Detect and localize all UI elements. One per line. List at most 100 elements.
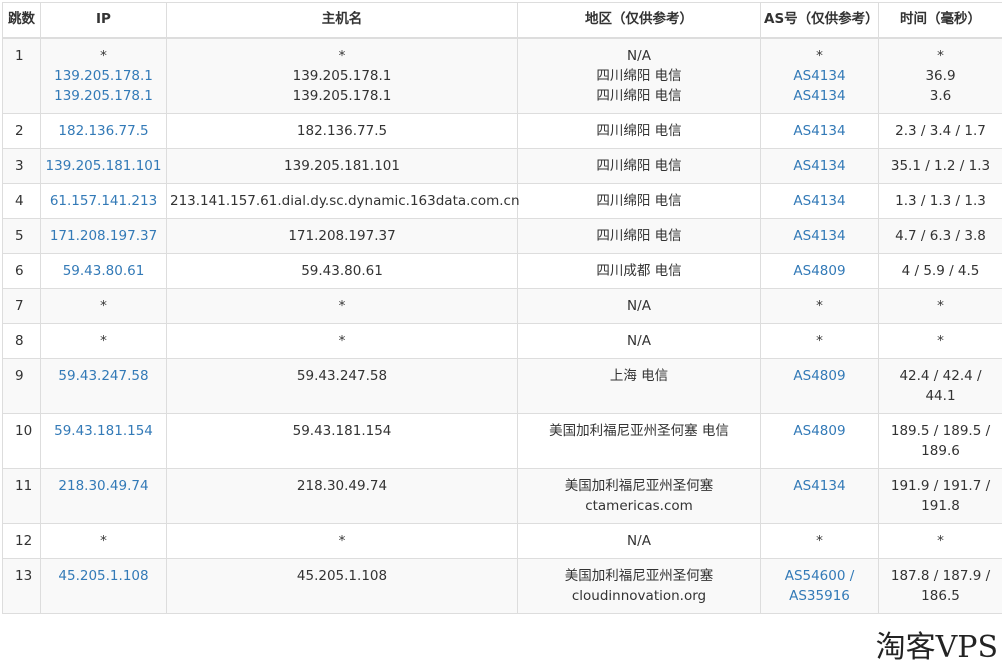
time-cell: 1.3 / 1.3 / 1.3: [878, 183, 1002, 219]
host-value: 59.43.247.58: [296, 368, 388, 384]
ip-value: *: [100, 48, 107, 64]
time-value: 3.6: [929, 88, 952, 104]
time-value: *: [937, 333, 944, 349]
as-link[interactable]: AS4134: [764, 191, 875, 211]
as-link[interactable]: AS4134: [764, 156, 875, 176]
hop-cell: 6: [2, 253, 41, 289]
as-link[interactable]: AS54600 /: [764, 566, 875, 586]
ip-value: *: [100, 333, 107, 349]
region-cell: 四川绵阳 电信: [517, 148, 761, 184]
hostname-cell: 59.43.247.58: [166, 358, 518, 414]
region-value: 四川绵阳 电信: [596, 68, 682, 84]
time-cell: * 36.9 3.6: [878, 37, 1002, 114]
as-link[interactable]: AS4134: [764, 66, 875, 86]
as-link[interactable]: AS4134: [764, 476, 875, 496]
table-row: 3 139.205.181.101 139.205.181.101 四川绵阳 电信 AS…: [2, 148, 1002, 184]
host-value: 139.205.178.1: [292, 88, 392, 104]
time-value: 4 / 5.9 / 4.5: [901, 263, 980, 279]
host-value: *: [338, 333, 346, 349]
region-value: 美国加利福尼亚州圣何塞 电信: [549, 423, 729, 439]
table-header-row: 跳数 IP 主机名 地区（仅供参考） AS号（仅供参考） 时间（毫秒）: [2, 2, 1002, 39]
host-value: 171.208.197.37: [288, 228, 396, 244]
time-cell: 4.7 / 6.3 / 3.8: [878, 218, 1002, 254]
ip-link[interactable]: 59.43.247.58: [44, 366, 163, 386]
as-value: *: [816, 48, 823, 64]
time-value: 187.8 / 187.9 /: [890, 568, 991, 584]
host-value: 139.205.181.101: [284, 158, 400, 174]
time-value: *: [937, 48, 944, 64]
as-link[interactable]: AS4809: [764, 366, 875, 386]
ip-link[interactable]: 59.43.181.154: [44, 421, 163, 441]
header-hostname: 主机名: [166, 2, 518, 39]
hostname-cell: *: [166, 523, 518, 559]
time-value: 186.5: [921, 588, 960, 604]
ip-value: *: [100, 298, 107, 314]
ip-link[interactable]: 61.157.141.213: [44, 191, 163, 211]
hostname-cell: * 139.205.178.1 139.205.178.1: [166, 37, 518, 114]
ip-link[interactable]: 139.205.181.101: [44, 156, 163, 176]
time-value: 4.7 / 6.3 / 3.8: [895, 228, 986, 244]
ip-cell: 45.205.1.108: [40, 558, 167, 614]
watermark-logo: 淘客VPS: [875, 630, 998, 665]
host-value: 59.43.181.154: [292, 423, 392, 439]
header-region: 地区（仅供参考）: [517, 2, 761, 39]
table-row: 2 182.136.77.5 182.136.77.5 四川绵阳 电信 AS4134 2.…: [2, 113, 1002, 149]
as-cell: AS4134: [760, 468, 879, 524]
ip-link[interactable]: 45.205.1.108: [44, 566, 163, 586]
hop-cell: 5: [2, 218, 41, 254]
hop-cell: 1: [2, 37, 41, 114]
time-value: 189.6: [921, 443, 960, 459]
time-value: 36.9: [925, 68, 956, 84]
as-cell: *: [760, 288, 879, 324]
table-row: 12 * * N/A * *: [2, 523, 1002, 559]
hostname-cell: *: [166, 323, 518, 359]
ip-link[interactable]: 218.30.49.74: [44, 476, 163, 496]
time-cell: 191.9 / 191.7 / 191.8: [878, 468, 1002, 524]
time-value: *: [937, 298, 944, 314]
table-row: 6 59.43.80.61 59.43.80.61 四川成都 电信 AS4809 4 / …: [2, 253, 1002, 289]
region-value: 四川绵阳 电信: [596, 228, 682, 244]
ip-link[interactable]: 171.208.197.37: [44, 226, 163, 246]
as-cell: AS4809: [760, 413, 879, 469]
time-value: 35.1 / 1.2 / 1.3: [890, 158, 991, 174]
time-value: 42.4 / 42.4 /: [899, 368, 982, 384]
table-row: 8 * * N/A * *: [2, 323, 1002, 359]
as-link[interactable]: AS35916: [764, 586, 875, 606]
region-cell: N/A: [517, 523, 761, 559]
as-link[interactable]: AS4809: [764, 261, 875, 281]
region-value: 美国加利福尼亚州圣何塞: [564, 478, 714, 494]
ip-link[interactable]: 139.205.178.1: [44, 86, 163, 106]
header-as-number: AS号（仅供参考）: [760, 2, 879, 39]
region-value: 四川绵阳 电信: [596, 123, 682, 139]
as-cell: AS4134: [760, 148, 879, 184]
hop-cell: 7: [2, 288, 41, 324]
time-value: 191.9 / 191.7 /: [890, 478, 991, 494]
ip-link[interactable]: 59.43.80.61: [44, 261, 163, 281]
time-value: 191.8: [921, 498, 960, 514]
hostname-cell: 45.205.1.108: [166, 558, 518, 614]
host-value: *: [338, 48, 346, 64]
region-value: 四川绵阳 电信: [596, 88, 682, 104]
ip-value: *: [100, 533, 107, 549]
region-value: ctamericas.com: [585, 498, 693, 514]
hostname-cell: 213.141.157.61.dial.dy.sc.dynamic.163dat…: [166, 183, 520, 219]
as-link[interactable]: AS4134: [764, 226, 875, 246]
as-value: *: [816, 333, 823, 349]
region-value: 四川绵阳 电信: [596, 193, 682, 209]
hop-cell: 10: [2, 413, 41, 469]
ip-link[interactable]: 182.136.77.5: [44, 121, 163, 141]
ip-cell: 171.208.197.37: [40, 218, 167, 254]
host-value: 59.43.80.61: [301, 263, 383, 279]
region-value: 美国加利福尼亚州圣何塞: [564, 568, 714, 584]
table-row: 5 171.208.197.37 171.208.197.37 四川绵阳 电信 AS41…: [2, 218, 1002, 254]
region-cell: N/A: [517, 323, 761, 359]
ip-cell: * 139.205.178.1 139.205.178.1: [40, 37, 167, 114]
as-link[interactable]: AS4809: [764, 421, 875, 441]
hostname-cell: 139.205.181.101: [166, 148, 518, 184]
table-row: 11 218.30.49.74 218.30.49.74 美国加利福尼亚州圣何塞 cta…: [2, 468, 1002, 524]
ip-link[interactable]: 139.205.178.1: [44, 66, 163, 86]
as-link[interactable]: AS4134: [764, 121, 875, 141]
region-value: N/A: [627, 298, 651, 314]
hostname-cell: 218.30.49.74: [166, 468, 518, 524]
as-link[interactable]: AS4134: [764, 86, 875, 106]
